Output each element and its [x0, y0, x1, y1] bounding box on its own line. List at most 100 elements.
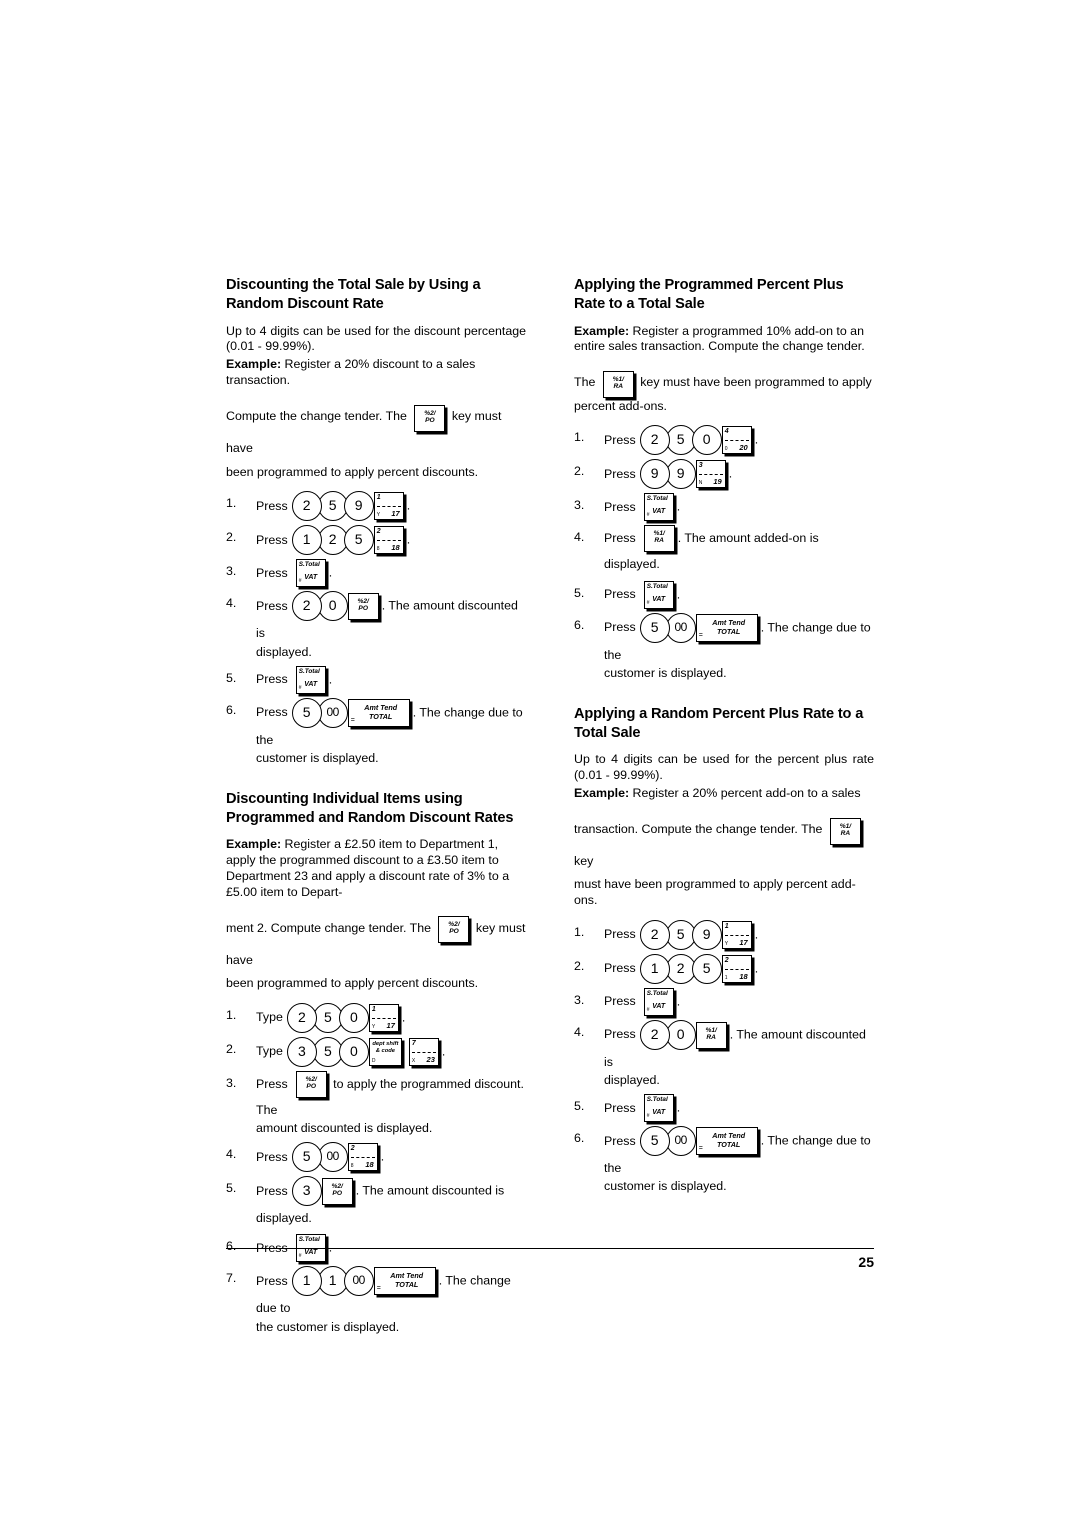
department-key[interactable]: 1 Y 17: [373, 492, 404, 521]
numeric-key-2[interactable]: 2: [291, 591, 322, 622]
step-verb: Press: [256, 671, 288, 686]
amount-tendered-total-key[interactable]: Amt Tend = TOTAL: [695, 1127, 758, 1156]
section-key-requirement: Compute the change tender. The %2/PO key…: [226, 400, 526, 465]
step-verb: Press: [604, 1027, 636, 1042]
department-key[interactable]: 1 Y 17: [721, 921, 752, 950]
numeric-key-1[interactable]: 1: [639, 954, 670, 985]
department-key[interactable]: 4 0 20: [721, 426, 752, 455]
step-number: 1.: [574, 925, 585, 940]
subtotal-vat-key[interactable]: S.Total # VAT: [643, 493, 674, 522]
numeric-key-2[interactable]: 2: [286, 1003, 317, 1034]
amount-tendered-total-key[interactable]: Amt Tend = TOTAL: [373, 1267, 436, 1296]
department-key-bottom: 23: [426, 1055, 435, 1065]
percent1-ra-key[interactable]: %1/RA: [602, 370, 634, 398]
manual-page: Discounting the Total Sale by Using a Ra…: [0, 0, 1080, 1527]
department-key-mark: 0: [724, 446, 728, 453]
dept-shift-key-line2: & code: [375, 1047, 396, 1054]
subtotal-vat-key-line1: S.Total: [298, 1236, 320, 1244]
step-verb: Press: [256, 1183, 288, 1198]
section-intro: Up to 4 digits can be used for the perce…: [574, 752, 874, 783]
subtotal-vat-key-line2: VAT: [652, 1003, 666, 1011]
numeric-key-00[interactable]: 00: [665, 1126, 696, 1157]
step-number: 5.: [226, 670, 237, 685]
subtotal-vat-key-line2: VAT: [652, 1109, 666, 1117]
percent2-po-key[interactable]: %2/PO: [321, 1177, 353, 1205]
amount-tendered-total-key[interactable]: Amt Tend = TOTAL: [695, 613, 758, 642]
total-key-line2: TOTAL: [717, 626, 741, 636]
subtotal-vat-key[interactable]: S.Total # VAT: [295, 559, 326, 588]
numeric-key-2[interactable]: 2: [639, 425, 670, 456]
right-column: Applying the Programmed Percent Plus Rat…: [574, 276, 874, 1341]
department-key-divider: [724, 440, 749, 442]
example-label: Example:: [574, 785, 630, 800]
percent2-po-key[interactable]: %2/PO: [438, 916, 470, 944]
amount-tendered-total-key[interactable]: Amt Tend = TOTAL: [347, 698, 410, 727]
subtotal-vat-key[interactable]: S.Total # VAT: [643, 1094, 674, 1123]
department-key-top: 4: [724, 428, 729, 436]
numeric-key-00[interactable]: 00: [343, 1266, 374, 1297]
numeric-key-0[interactable]: 0: [338, 1037, 369, 1068]
numeric-keypad-sequence: 250: [286, 1003, 369, 1034]
percent1-ra-key[interactable]: %1/RA: [695, 1021, 727, 1049]
numeric-key-5[interactable]: 5: [691, 954, 722, 985]
department-key[interactable]: 2 8 18: [347, 1143, 378, 1172]
department-key-bottom: 19: [713, 477, 722, 487]
numeric-key-0[interactable]: 0: [317, 591, 348, 622]
total-key-line1: Amt Tend: [364, 702, 398, 712]
step-text: .: [754, 927, 759, 942]
section-programmed-percent-plus: Applying the Programmed Percent Plus Rat…: [574, 276, 874, 683]
subtotal-vat-key-line1: S.Total: [298, 667, 320, 675]
dept-shift-code-key[interactable]: dept shift & code D: [368, 1038, 402, 1067]
step-verb: Press: [604, 994, 636, 1009]
numeric-keypad-sequence: 5 00: [639, 612, 696, 643]
numeric-key-00[interactable]: 00: [317, 697, 348, 728]
subtotal-vat-key-line2: VAT: [304, 574, 318, 582]
numeric-key-2[interactable]: 2: [291, 491, 322, 522]
numeric-key-0[interactable]: 0: [691, 425, 722, 456]
numeric-key-0[interactable]: 0: [338, 1003, 369, 1034]
department-key-bottom: 18: [365, 1160, 374, 1170]
department-key[interactable]: 1 Y 17: [368, 1004, 399, 1033]
numeric-key-00[interactable]: 00: [665, 612, 696, 643]
subtotal-vat-key[interactable]: S.Total # VAT: [643, 580, 674, 609]
department-key[interactable]: 3 N 19: [695, 460, 726, 489]
percent-key-line2: RA: [840, 829, 851, 837]
numeric-key-9[interactable]: 9: [665, 459, 696, 490]
department-key-divider: [371, 1018, 396, 1020]
numeric-key-00[interactable]: 00: [317, 1142, 348, 1173]
numeric-key-3[interactable]: 3: [286, 1037, 317, 1068]
numeric-key-1[interactable]: 1: [291, 1266, 322, 1297]
numeric-key-5[interactable]: 5: [291, 1142, 322, 1173]
department-key[interactable]: 2 1 18: [721, 955, 752, 984]
step-item: 4. Press %1/RA. The amount added-on is dis…: [574, 525, 874, 576]
numeric-key-9[interactable]: 9: [639, 459, 670, 490]
numeric-key-0[interactable]: 0: [665, 1020, 696, 1051]
numeric-key-9[interactable]: 9: [343, 491, 374, 522]
subtotal-vat-key[interactable]: S.Total # VAT: [295, 665, 326, 694]
numeric-key-2[interactable]: 2: [639, 1020, 670, 1051]
total-key-line2: TOTAL: [395, 1280, 419, 1290]
percent2-po-key[interactable]: %2/PO: [295, 1071, 327, 1099]
numeric-keypad-sequence: 250: [639, 425, 722, 456]
subtotal-vat-key[interactable]: S.Total # VAT: [643, 988, 674, 1017]
numeric-key-5[interactable]: 5: [291, 697, 322, 728]
total-key-line1: Amt Tend: [712, 1131, 746, 1141]
percent2-po-key[interactable]: %2/PO: [414, 404, 446, 432]
section-intro: Up to 4 digits can be used for the disco…: [226, 323, 526, 354]
percent1-ra-key[interactable]: %1/RA: [829, 817, 861, 845]
numeric-key-3[interactable]: 3: [291, 1176, 322, 1207]
numeric-key-2[interactable]: 2: [639, 920, 670, 951]
numeric-key-5[interactable]: 5: [639, 612, 670, 643]
numeric-key-9[interactable]: 9: [691, 920, 722, 951]
step-number: 7.: [226, 1271, 237, 1286]
numeric-key-1[interactable]: 1: [291, 525, 322, 556]
numeric-key-5[interactable]: 5: [639, 1126, 670, 1157]
step-text-continued: displayed.: [256, 644, 312, 659]
numeric-keypad-sequence: 259: [291, 491, 374, 522]
percent2-po-key[interactable]: %2/PO: [347, 592, 379, 620]
percent1-ra-key[interactable]: %1/RA: [643, 525, 675, 553]
numeric-key-5[interactable]: 5: [343, 525, 374, 556]
step-verb: Type: [256, 1010, 283, 1025]
department-key[interactable]: 2 8 18: [373, 526, 404, 555]
department-key[interactable]: 7 X 23: [408, 1038, 439, 1067]
